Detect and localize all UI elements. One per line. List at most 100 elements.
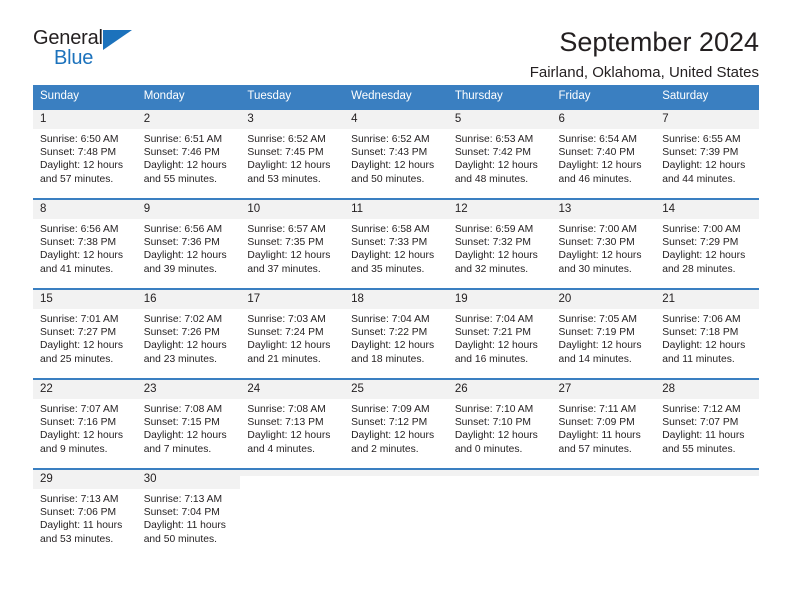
weekday-header-wednesday: Wednesday xyxy=(344,85,448,108)
calendar-grid: Sunday Monday Tuesday Wednesday Thursday… xyxy=(33,85,759,558)
daylight-duration-line2: and 35 minutes. xyxy=(351,263,425,275)
calendar-day[interactable]: 18 Sunrise: 7:04 AM Sunset: 7:22 PM Dayligh… xyxy=(344,288,448,376)
day-number: 13 xyxy=(551,200,656,219)
calendar-day[interactable]: 15 Sunrise: 7:01 AM Sunset: 7:27 PM Dayligh… xyxy=(33,288,137,376)
day-number: 25 xyxy=(344,380,448,399)
day-number: 16 xyxy=(136,290,241,309)
weekday-header-sunday: Sunday xyxy=(33,85,137,108)
calendar-day[interactable]: 20 Sunrise: 7:05 AM Sunset: 7:19 PM Dayligh… xyxy=(551,288,656,376)
calendar-day[interactable]: 29 Sunrise: 7:13 AM Sunset: 7:06 PM Dayligh… xyxy=(33,468,137,556)
calendar-day-empty xyxy=(655,468,759,556)
calendar-day[interactable]: 13 Sunrise: 7:00 AM Sunset: 7:30 PM Dayligh… xyxy=(551,198,656,286)
calendar-day[interactable]: 27 Sunrise: 7:11 AM Sunset: 7:09 PM Dayligh… xyxy=(551,378,656,466)
daylight-duration-line2: and 37 minutes. xyxy=(247,263,321,275)
sunrise-time: Sunrise: 7:08 AM xyxy=(247,404,326,415)
day-details: Sunrise: 7:07 AM Sunset: 7:16 PM Daylight:… xyxy=(33,399,137,456)
sunrise-time: Sunrise: 7:09 AM xyxy=(351,404,430,415)
sunrise-time: Sunrise: 7:12 AM xyxy=(662,404,741,415)
calendar-body: 1 Sunrise: 6:50 AM Sunset: 7:48 PM Daylight… xyxy=(33,108,759,558)
daylight-duration-line1: Daylight: 12 hours xyxy=(558,160,642,172)
daylight-duration-line2: and 4 minutes. xyxy=(247,443,315,455)
calendar-day[interactable]: 26 Sunrise: 7:10 AM Sunset: 7:10 PM Dayligh… xyxy=(447,378,552,466)
daylight-duration-line2: and 53 minutes. xyxy=(40,533,114,545)
daylight-duration-line2: and 30 minutes. xyxy=(558,263,632,275)
sunrise-time: Sunrise: 7:13 AM xyxy=(40,494,119,505)
general-blue-logo: General Blue xyxy=(33,27,143,73)
daylight-duration-line1: Daylight: 12 hours xyxy=(247,250,331,262)
daylight-duration-line2: and 9 minutes. xyxy=(40,443,108,455)
calendar-day[interactable]: 28 Sunrise: 7:12 AM Sunset: 7:07 PM Dayligh… xyxy=(655,378,759,466)
sunrise-time: Sunrise: 7:03 AM xyxy=(247,314,326,325)
calendar-day[interactable]: 12 Sunrise: 6:59 AM Sunset: 7:32 PM Dayligh… xyxy=(447,198,552,286)
daylight-duration-line1: Daylight: 12 hours xyxy=(454,340,538,352)
calendar-day[interactable]: 30 Sunrise: 7:13 AM Sunset: 7:04 PM Dayligh… xyxy=(136,468,241,556)
calendar-day[interactable]: 17 Sunrise: 7:03 AM Sunset: 7:24 PM Dayligh… xyxy=(240,288,345,376)
sunset-time: Sunset: 7:39 PM xyxy=(662,147,739,159)
day-number: 8 xyxy=(33,200,137,219)
calendar-day[interactable]: 1 Sunrise: 6:50 AM Sunset: 7:48 PM Daylight… xyxy=(33,108,137,196)
calendar-cell: 26 Sunrise: 7:10 AM Sunset: 7:10 PM Dayligh… xyxy=(447,378,552,468)
daylight-duration-line1: Daylight: 11 hours xyxy=(662,430,745,442)
daylight-duration-line2: and 50 minutes. xyxy=(143,533,217,545)
calendar-day[interactable]: 19 Sunrise: 7:04 AM Sunset: 7:21 PM Dayligh… xyxy=(447,288,552,376)
sunset-time: Sunset: 7:22 PM xyxy=(351,327,428,339)
sunset-time: Sunset: 7:45 PM xyxy=(247,147,324,159)
day-details: Sunrise: 7:10 AM Sunset: 7:10 PM Daylight:… xyxy=(448,399,552,456)
calendar-cell: 22 Sunrise: 7:07 AM Sunset: 7:16 PM Dayligh… xyxy=(33,378,137,468)
day-details: Sunrise: 6:57 AM Sunset: 7:35 PM Daylight:… xyxy=(240,219,344,276)
calendar-day[interactable]: 9 Sunrise: 6:56 AM Sunset: 7:36 PM Daylight… xyxy=(136,198,241,286)
daylight-duration-line2: and 44 minutes. xyxy=(662,173,736,185)
calendar-day[interactable]: 8 Sunrise: 6:56 AM Sunset: 7:38 PM Daylight… xyxy=(33,198,137,286)
calendar-day[interactable]: 4 Sunrise: 6:52 AM Sunset: 7:43 PM Daylight… xyxy=(344,108,448,196)
daylight-duration-line1: Daylight: 12 hours xyxy=(454,430,538,442)
calendar-day[interactable]: 10 Sunrise: 6:57 AM Sunset: 7:35 PM Dayligh… xyxy=(240,198,345,286)
daylight-duration-line1: Daylight: 12 hours xyxy=(143,340,227,352)
daylight-duration-line2: and 57 minutes. xyxy=(558,443,632,455)
daylight-duration-line1: Daylight: 12 hours xyxy=(558,250,642,262)
calendar-day[interactable]: 22 Sunrise: 7:07 AM Sunset: 7:16 PM Dayligh… xyxy=(33,378,137,466)
day-details: Sunrise: 7:08 AM Sunset: 7:15 PM Daylight:… xyxy=(137,399,241,456)
calendar-day[interactable]: 6 Sunrise: 6:54 AM Sunset: 7:40 PM Daylight… xyxy=(551,108,656,196)
calendar-day[interactable]: 11 Sunrise: 6:58 AM Sunset: 7:33 PM Dayligh… xyxy=(344,198,448,286)
day-details: Sunrise: 7:11 AM Sunset: 7:09 PM Daylight:… xyxy=(552,399,656,456)
title-block: September 2024 Fairland, Oklahoma, Unite… xyxy=(143,27,759,83)
calendar-day[interactable]: 24 Sunrise: 7:08 AM Sunset: 7:13 PM Dayligh… xyxy=(240,378,345,466)
daylight-duration-line2: and 55 minutes. xyxy=(662,443,736,455)
day-number: 4 xyxy=(344,110,448,129)
day-number: 23 xyxy=(136,380,241,399)
day-details: Sunrise: 6:52 AM Sunset: 7:43 PM Daylight:… xyxy=(344,129,448,186)
calendar-day[interactable]: 23 Sunrise: 7:08 AM Sunset: 7:15 PM Dayligh… xyxy=(136,378,241,466)
day-details: Sunrise: 6:56 AM Sunset: 7:38 PM Daylight:… xyxy=(33,219,137,276)
calendar-day[interactable]: 3 Sunrise: 6:52 AM Sunset: 7:45 PM Daylight… xyxy=(240,108,345,196)
calendar-cell: 11 Sunrise: 6:58 AM Sunset: 7:33 PM Dayligh… xyxy=(344,198,448,288)
sunset-time: Sunset: 7:16 PM xyxy=(40,417,117,429)
daylight-duration-line2: and 7 minutes. xyxy=(143,443,212,455)
calendar-day[interactable]: 7 Sunrise: 6:55 AM Sunset: 7:39 PM Daylight… xyxy=(655,108,759,196)
day-details: Sunrise: 6:56 AM Sunset: 7:36 PM Daylight:… xyxy=(137,219,241,276)
page-title: September 2024 xyxy=(559,27,759,57)
calendar-day-empty xyxy=(344,468,448,556)
calendar-day[interactable]: 21 Sunrise: 7:06 AM Sunset: 7:18 PM Dayligh… xyxy=(655,288,759,376)
calendar-cell: 20 Sunrise: 7:05 AM Sunset: 7:19 PM Dayligh… xyxy=(551,288,656,378)
calendar-page: General Blue September 2024 Fairland, Ok… xyxy=(0,0,792,612)
daylight-duration-line1: Daylight: 12 hours xyxy=(662,250,746,262)
sunset-time: Sunset: 7:33 PM xyxy=(351,237,428,249)
sunset-time: Sunset: 7:15 PM xyxy=(143,417,220,429)
daylight-duration-line1: Daylight: 11 hours xyxy=(40,520,123,532)
sunset-time: Sunset: 7:38 PM xyxy=(40,237,117,249)
sunrise-time: Sunrise: 7:04 AM xyxy=(454,314,534,325)
calendar-day[interactable]: 5 Sunrise: 6:53 AM Sunset: 7:42 PM Daylight… xyxy=(447,108,552,196)
calendar-day[interactable]: 2 Sunrise: 6:51 AM Sunset: 7:46 PM Daylight… xyxy=(136,108,241,196)
calendar-day[interactable]: 14 Sunrise: 7:00 AM Sunset: 7:29 PM Dayligh… xyxy=(655,198,759,286)
sunrise-time: Sunrise: 7:13 AM xyxy=(143,494,223,505)
calendar-day[interactable]: 16 Sunrise: 7:02 AM Sunset: 7:26 PM Dayligh… xyxy=(136,288,241,376)
daylight-duration-line1: Daylight: 12 hours xyxy=(143,250,227,262)
daylight-duration-line2: and 41 minutes. xyxy=(40,263,114,275)
calendar-day-empty xyxy=(240,468,345,556)
calendar-day[interactable]: 25 Sunrise: 7:09 AM Sunset: 7:12 PM Dayligh… xyxy=(344,378,448,466)
day-number: 26 xyxy=(447,380,552,399)
weekday-header-thursday: Thursday xyxy=(447,85,552,108)
daylight-duration-line2: and 18 minutes. xyxy=(351,353,425,365)
day-number: 12 xyxy=(447,200,552,219)
weekday-header-friday: Friday xyxy=(551,85,656,108)
